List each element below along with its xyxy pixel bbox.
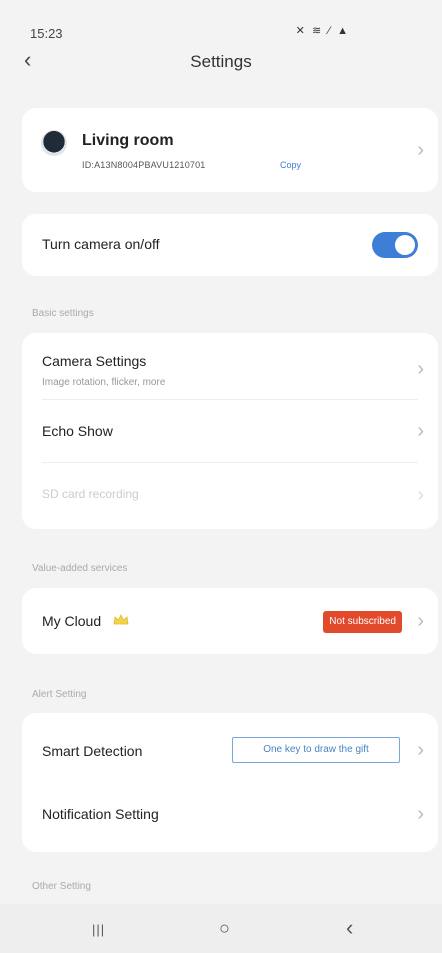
chevron-right-icon: › — [417, 739, 424, 761]
device-card[interactable]: Living room ID:A13N8004PBAVU1210701 Copy… — [22, 108, 438, 192]
header: ‹ Settings — [0, 44, 442, 84]
my-cloud-row[interactable]: My Cloud Not subscribed › — [22, 588, 438, 654]
camera-settings-subtitle: Image rotation, flicker, more — [42, 377, 166, 388]
notification-setting-row[interactable]: Notification Setting › — [22, 783, 438, 851]
smart-detection-row[interactable]: Smart Detection One key to draw the gift… — [22, 713, 438, 783]
section-title-alert: Alert Setting — [32, 689, 87, 700]
device-id: ID:A13N8004PBAVU1210701 — [82, 160, 206, 170]
echo-show-label: Echo Show — [42, 423, 113, 439]
camera-toggle-label: Turn camera on/off — [42, 236, 160, 252]
recent-apps-button[interactable]: ||| — [92, 920, 105, 940]
camera-settings-label: Camera Settings — [42, 353, 147, 369]
chevron-right-icon: › — [417, 484, 424, 506]
notification-setting-label: Notification Setting — [42, 806, 159, 822]
device-name: Living room — [82, 132, 174, 149]
status-icons: ✕ ≋ ⁄ ▲ — [295, 25, 350, 37]
navigation-bar: ||| ○ ‹ — [0, 904, 442, 953]
smart-detection-label: Smart Detection — [42, 743, 143, 759]
section-title-value-added: Value-added services — [32, 563, 128, 574]
sd-card-label: SD card recording — [42, 487, 139, 501]
my-cloud-label: My Cloud — [42, 613, 102, 629]
alert-settings-card: Smart Detection One key to draw the gift… — [22, 713, 438, 852]
toggle-knob — [395, 235, 415, 255]
chevron-right-icon: › — [417, 139, 424, 161]
section-title-other: Other Setting — [32, 881, 91, 892]
sd-card-row: SD card recording › — [22, 463, 438, 527]
camera-toggle-row: Turn camera on/off — [22, 214, 438, 276]
camera-avatar-icon — [41, 130, 67, 156]
subscription-badge[interactable]: Not subscribed — [323, 611, 402, 633]
status-time: 15:23 — [30, 26, 63, 41]
section-title-basic: Basic settings — [32, 308, 94, 319]
page-title: Settings — [190, 52, 252, 71]
camera-settings-row[interactable]: Camera Settings Image rotation, flicker,… — [22, 333, 438, 399]
nav-back-button[interactable]: ‹ — [346, 917, 353, 939]
draw-gift-button[interactable]: One key to draw the gift — [232, 737, 400, 763]
chevron-right-icon: › — [417, 803, 424, 825]
chevron-right-icon: › — [417, 610, 424, 632]
chevron-right-icon: › — [417, 420, 424, 442]
basic-settings-card: Camera Settings Image rotation, flicker,… — [22, 333, 438, 529]
echo-show-row[interactable]: Echo Show › — [22, 400, 438, 462]
home-button[interactable]: ○ — [219, 918, 230, 938]
chevron-right-icon: › — [417, 358, 424, 380]
copy-link[interactable]: Copy — [280, 160, 301, 170]
crown-icon — [113, 614, 129, 625]
camera-toggle-switch[interactable] — [372, 232, 418, 258]
status-bar: 15:23 ✕ ≋ ⁄ ▲ — [0, 0, 442, 41]
